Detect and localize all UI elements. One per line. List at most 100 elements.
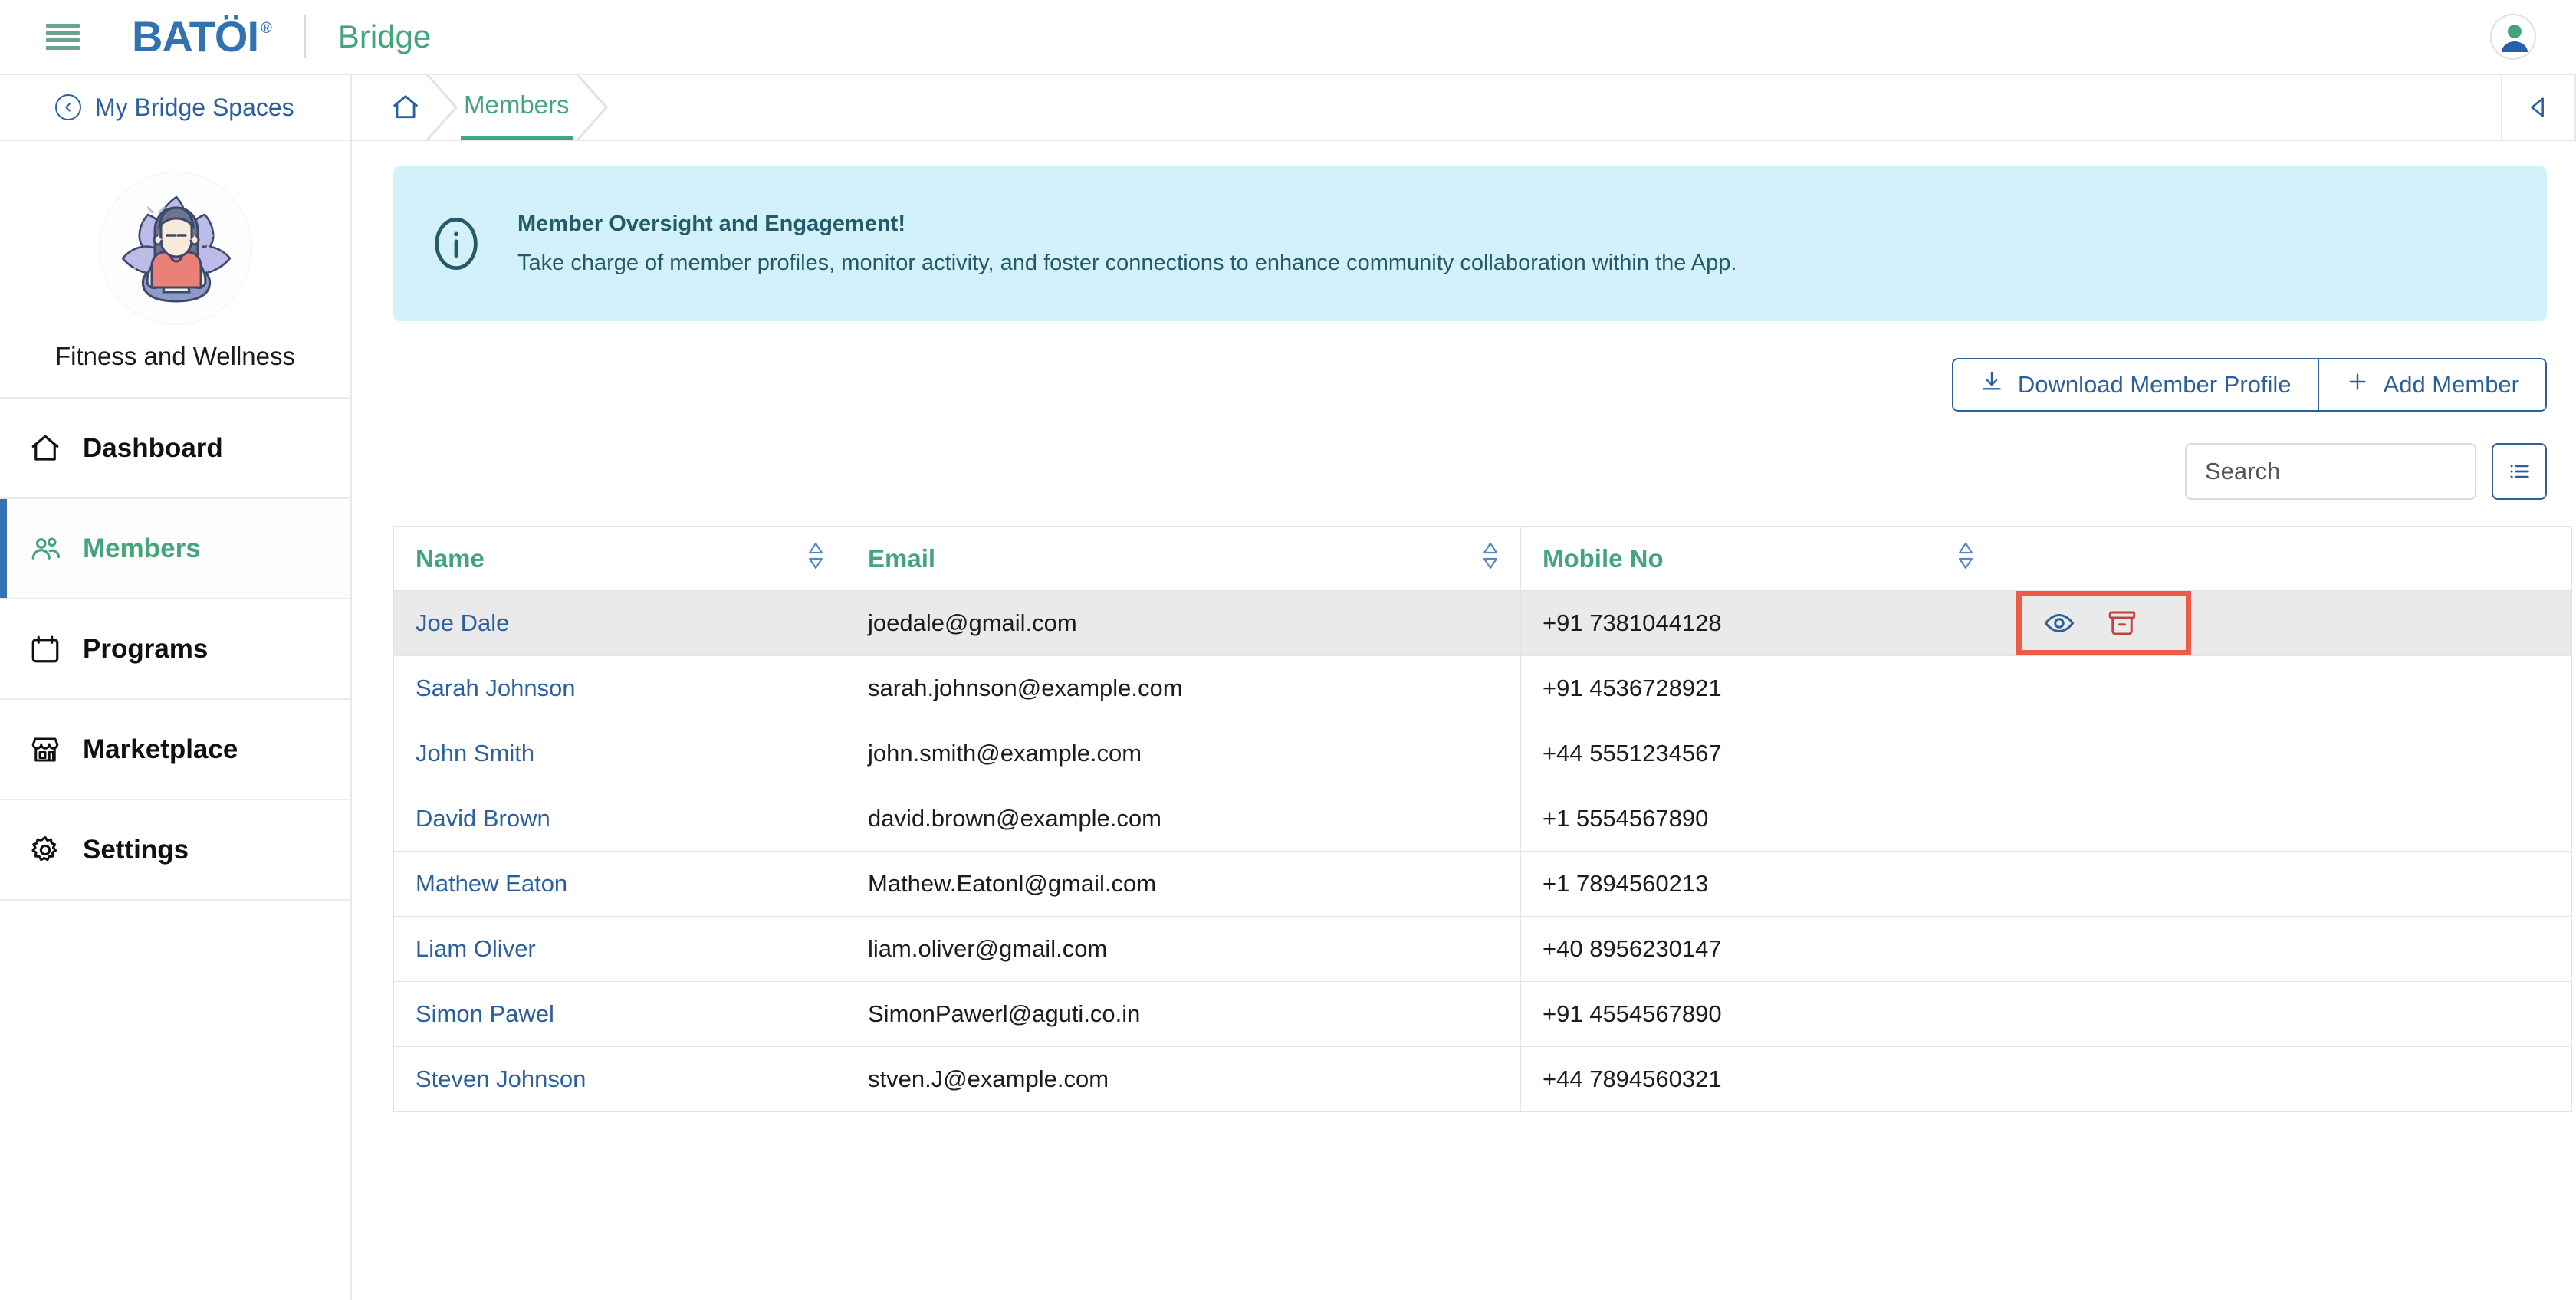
row-actions-highlight xyxy=(2016,591,2191,655)
logo-text: BATÖI ® xyxy=(132,12,272,61)
sidebar-item-label: Members xyxy=(83,533,201,563)
sidebar-item-settings[interactable]: Settings xyxy=(0,800,350,901)
chevron-right-icon xyxy=(574,74,610,140)
cell-actions xyxy=(1996,721,2572,786)
toolbar-button-group: Download Member Profile Add Member xyxy=(1951,358,2547,412)
cell-name[interactable]: Simon Pawel xyxy=(393,981,846,1047)
table-row[interactable]: Joe Dale joedale@gmail.com +91 738104412… xyxy=(393,590,2572,656)
sort-updown-icon[interactable] xyxy=(1482,540,1499,577)
main-content: Members Member Oversight and Engagement! xyxy=(352,74,2576,1300)
sidebar: My Bridge Spaces Fitness and Wellness Da… xyxy=(0,75,352,1300)
sidebar-item-label: Settings xyxy=(83,834,189,865)
column-label: Mobile No xyxy=(1543,543,1664,573)
table-row[interactable]: John Smith john.smith@example.com +44 55… xyxy=(393,721,2572,786)
logo-wordmark: BATÖI xyxy=(132,12,259,61)
arrow-left-circle-icon xyxy=(55,94,81,120)
column-label: Name xyxy=(416,543,485,573)
sidebar-item-label: Dashboard xyxy=(83,432,223,463)
cell-email: Mathew.Eatonl@gmail.com xyxy=(846,851,1521,917)
sidebar-item-label: Programs xyxy=(83,633,209,664)
cell-name[interactable]: Mathew Eaton xyxy=(393,851,846,917)
plus-icon xyxy=(2345,369,2370,400)
cell-name[interactable]: Sarah Johnson xyxy=(393,655,846,721)
cell-email: john.smith@example.com xyxy=(846,721,1521,786)
cell-actions xyxy=(1996,786,2572,852)
info-banner-text: Member Oversight and Engagement! Take ch… xyxy=(518,212,1737,276)
brand-subtitle: Bridge xyxy=(337,18,432,54)
add-member-button[interactable]: Add Member xyxy=(2317,359,2545,410)
search-input[interactable] xyxy=(2185,443,2476,500)
table-body: Joe Dale joedale@gmail.com +91 738104412… xyxy=(393,590,2572,1112)
download-member-profile-label: Download Member Profile xyxy=(2017,371,2292,398)
registered-mark: ® xyxy=(261,20,272,37)
table-head: Name Email Mobile No xyxy=(393,526,2572,591)
space-name: Fitness and Wellness xyxy=(54,342,296,370)
cell-mobile: +91 7381044128 xyxy=(1520,590,1996,656)
info-banner: Member Oversight and Engagement! Take ch… xyxy=(393,166,2547,321)
store-icon xyxy=(28,732,63,767)
search-row xyxy=(378,443,2550,500)
table-row[interactable]: Mathew Eaton Mathew.Eatonl@gmail.com +1 … xyxy=(393,851,2572,917)
column-header-mobile[interactable]: Mobile No xyxy=(1520,526,1996,591)
column-label: Email xyxy=(868,543,936,573)
sidebar-item-programs[interactable]: Programs xyxy=(0,599,350,700)
sidebar-item-marketplace[interactable]: Marketplace xyxy=(0,700,350,800)
cell-mobile: +40 8956230147 xyxy=(1520,916,1996,982)
sidebar-item-members[interactable]: Members xyxy=(0,499,350,599)
cell-mobile: +91 4536728921 xyxy=(1520,655,1996,721)
back-label: My Bridge Spaces xyxy=(95,93,294,121)
members-table: Name Email Mobile No Joe Dale joedale@gm… xyxy=(393,526,2572,1112)
cell-name[interactable]: John Smith xyxy=(393,721,846,786)
cell-mobile: +44 5551234567 xyxy=(1520,721,1996,786)
cell-mobile: +91 4554567890 xyxy=(1520,981,1996,1047)
cell-actions xyxy=(1996,916,2572,982)
cell-actions xyxy=(1996,655,2572,721)
breadcrumb-current[interactable]: Members xyxy=(461,74,573,140)
info-banner-title: Member Oversight and Engagement! xyxy=(518,212,905,236)
cell-email: joedale@gmail.com xyxy=(846,590,1521,656)
list-view-icon[interactable] xyxy=(2492,443,2547,500)
home-icon xyxy=(28,431,63,466)
user-avatar-icon[interactable] xyxy=(2490,14,2536,60)
column-header-actions xyxy=(1996,526,2572,591)
cell-name[interactable]: Steven Johnson xyxy=(393,1046,846,1112)
table-row[interactable]: Liam Oliver liam.oliver@gmail.com +40 89… xyxy=(393,916,2572,982)
calendar-icon xyxy=(28,632,63,667)
cell-name[interactable]: Joe Dale xyxy=(393,590,846,656)
chevron-left-icon[interactable] xyxy=(2501,75,2576,140)
cell-mobile: +44 7894560321 xyxy=(1520,1046,1996,1112)
cell-mobile: +1 7894560213 xyxy=(1520,851,1996,917)
table-row[interactable]: David Brown david.brown@example.com +1 5… xyxy=(393,786,2572,852)
table-row[interactable]: Simon Pawel SimonPawerl@aguti.co.in +91 … xyxy=(393,981,2572,1047)
hamburger-icon[interactable] xyxy=(46,24,80,50)
download-member-profile-button[interactable]: Download Member Profile xyxy=(1953,359,2318,410)
add-member-label: Add Member xyxy=(2383,371,2519,398)
table-row[interactable]: Sarah Johnson sarah.johnson@example.com … xyxy=(393,655,2572,721)
column-header-email[interactable]: Email xyxy=(846,526,1521,591)
members-table-wrap: Name Email Mobile No Joe Dale joedale@gm… xyxy=(393,526,2572,1112)
sort-updown-icon[interactable] xyxy=(1957,540,1974,577)
sidebar-item-dashboard[interactable]: Dashboard xyxy=(0,399,350,499)
cell-email: sarah.johnson@example.com xyxy=(846,655,1521,721)
gear-icon xyxy=(28,832,63,868)
column-header-name[interactable]: Name xyxy=(393,526,846,591)
breadcrumb: Members xyxy=(352,74,2576,141)
home-icon[interactable] xyxy=(389,90,422,124)
cell-mobile: +1 5554567890 xyxy=(1520,786,1996,852)
table-row[interactable]: Steven Johnson stven.J@example.com +44 7… xyxy=(393,1046,2572,1112)
sort-updown-icon[interactable] xyxy=(807,540,824,577)
divider xyxy=(303,15,306,58)
cell-email: stven.J@example.com xyxy=(846,1046,1521,1112)
sidebar-item-label: Marketplace xyxy=(83,734,238,764)
eye-icon[interactable] xyxy=(2043,607,2075,639)
archive-icon[interactable] xyxy=(2106,607,2138,639)
toolbar: Download Member Profile Add Member xyxy=(378,358,2550,412)
cell-name[interactable]: David Brown xyxy=(393,786,846,852)
cell-name[interactable]: Liam Oliver xyxy=(393,916,846,982)
logo[interactable]: BATÖI ® Bridge xyxy=(132,15,431,58)
top-bar: BATÖI ® Bridge xyxy=(0,0,2576,75)
back-to-bridge-spaces[interactable]: My Bridge Spaces xyxy=(0,75,350,141)
users-icon xyxy=(28,531,63,566)
download-icon xyxy=(1980,369,2004,400)
chevron-right-icon xyxy=(424,74,459,140)
